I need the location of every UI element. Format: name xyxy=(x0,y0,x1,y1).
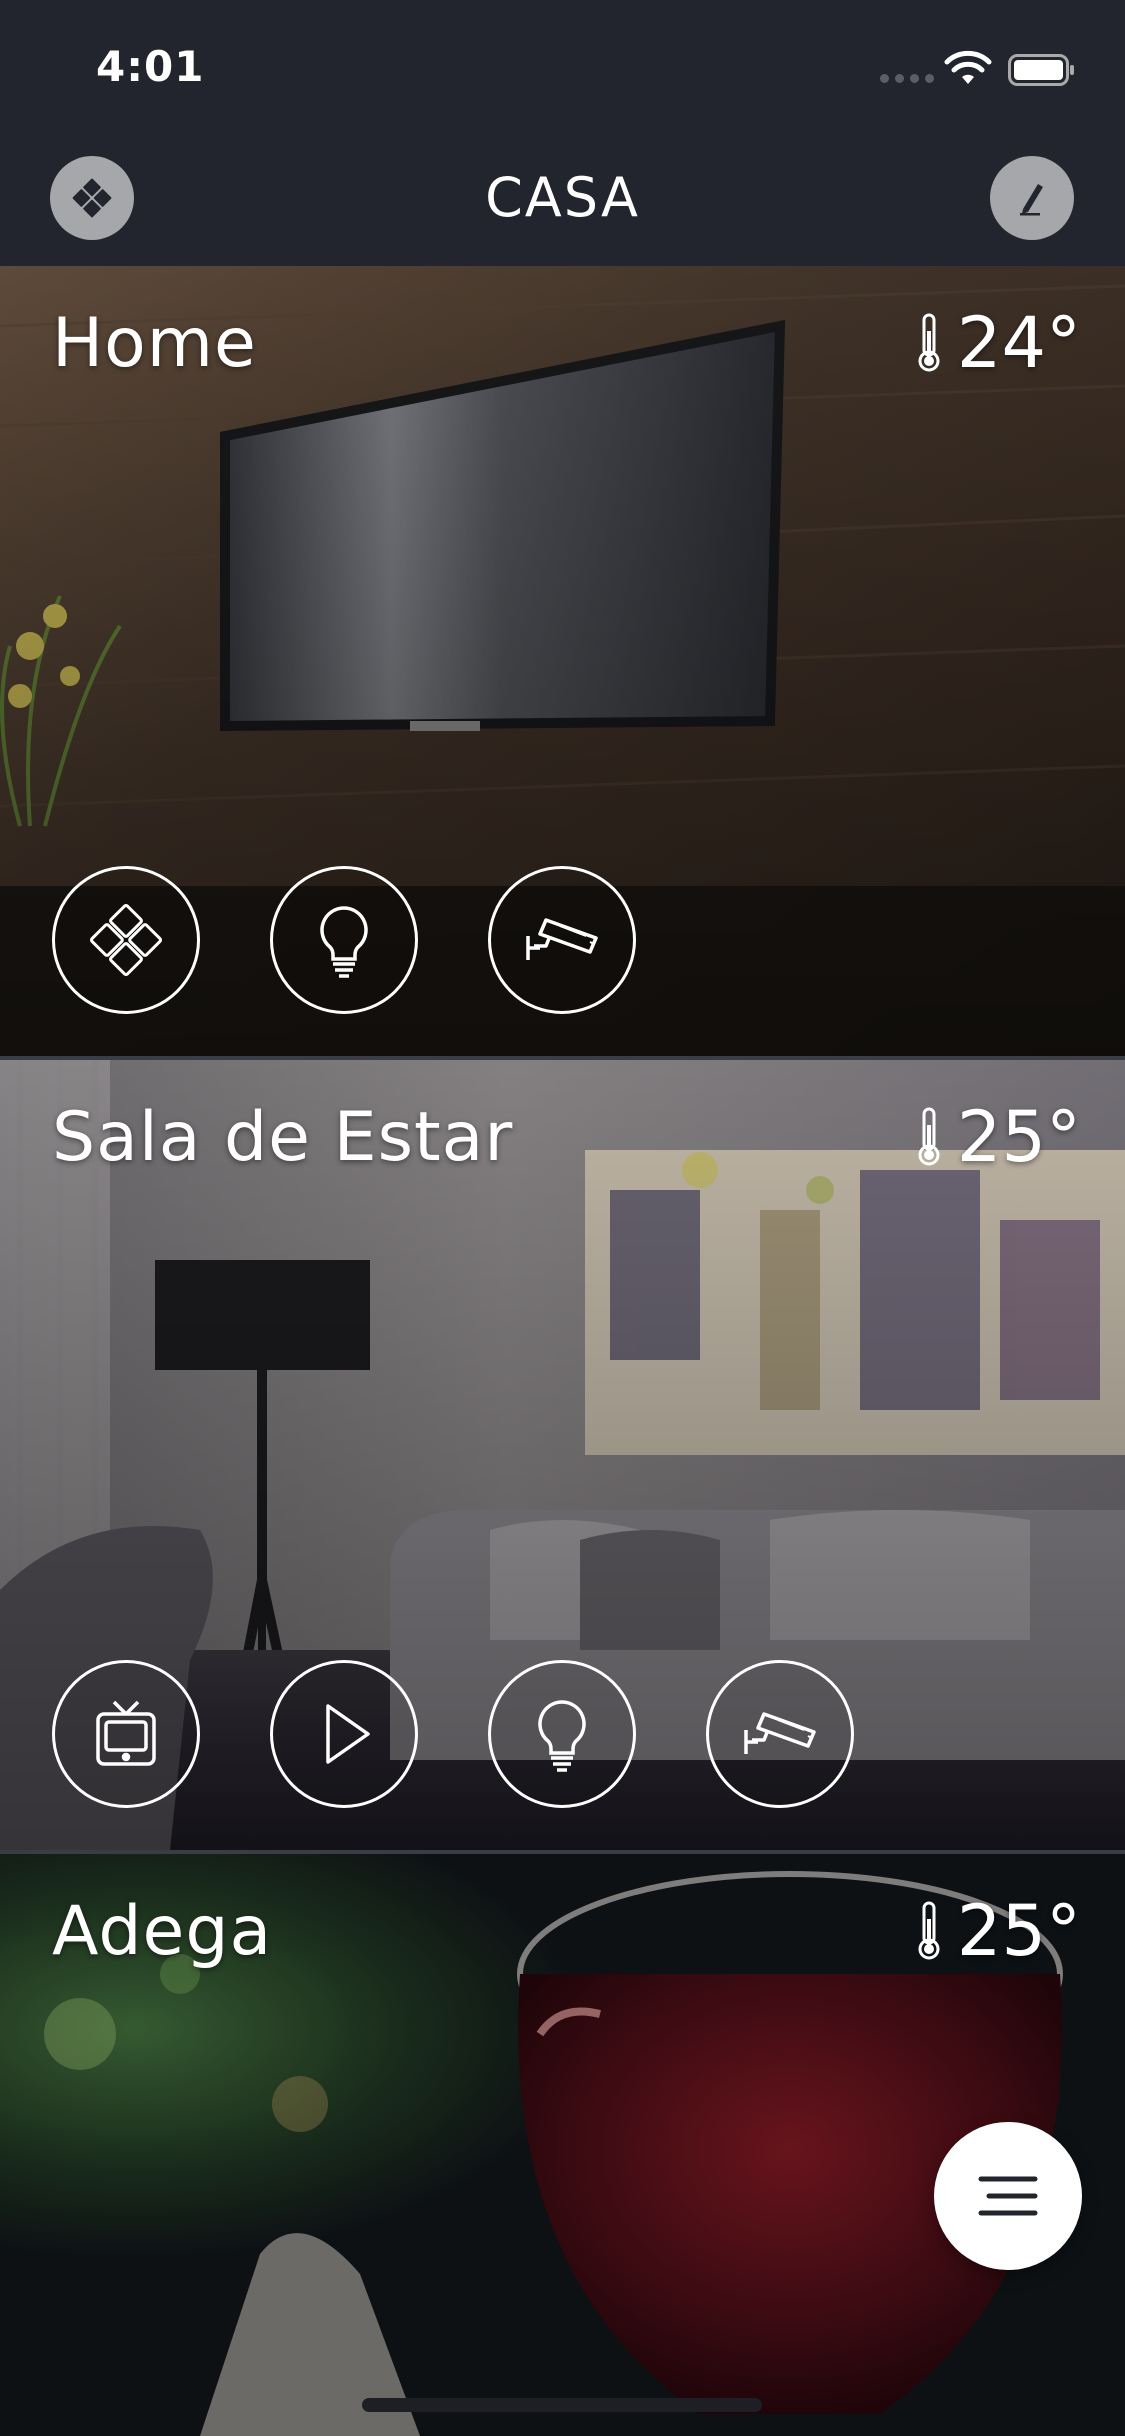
room-temperature: 24° xyxy=(915,302,1081,384)
battery-icon xyxy=(1008,54,1074,86)
room-temperature: 25° xyxy=(915,1096,1081,1178)
temperature-value: 24° xyxy=(956,302,1081,384)
room-name: Sala de Estar xyxy=(52,1098,514,1177)
device-button-lights[interactable] xyxy=(488,1660,636,1808)
page-title: CASA xyxy=(485,166,640,229)
device-row xyxy=(52,866,636,1014)
nav-bar: CASA xyxy=(0,132,1125,266)
device-row xyxy=(52,1660,854,1808)
device-button-scenes[interactable] xyxy=(52,866,200,1014)
security-camera-icon xyxy=(526,918,598,960)
pencil-icon xyxy=(1020,184,1043,216)
menu-button[interactable] xyxy=(934,2122,1082,2270)
signal-dots-icon xyxy=(880,74,934,83)
play-icon xyxy=(326,1704,370,1764)
diamond-grid-icon xyxy=(89,903,163,977)
room-name: Home xyxy=(52,304,257,383)
light-bulb-icon xyxy=(538,1700,586,1772)
device-button-media[interactable] xyxy=(270,1660,418,1808)
tv-icon xyxy=(96,1700,156,1766)
menu-icon xyxy=(978,2176,1038,2216)
device-button-camera[interactable] xyxy=(488,866,636,1014)
light-bulb-icon xyxy=(320,906,368,978)
app-screen: 4:01 CASA Home 24° Sala de Estar 25° Ade… xyxy=(0,0,1125,2436)
thermometer-icon xyxy=(918,1107,940,1166)
thermometer-icon xyxy=(918,313,940,372)
room-temperature: 25° xyxy=(915,1890,1081,1972)
home-indicator[interactable] xyxy=(362,2398,762,2412)
room-card-sala-de-estar[interactable]: Sala de Estar 25° xyxy=(0,1060,1125,1850)
room-name: Adega xyxy=(52,1892,273,1971)
status-time: 4:01 xyxy=(96,42,205,91)
room-card-home[interactable]: Home 24° xyxy=(0,266,1125,1056)
security-camera-icon xyxy=(744,1712,816,1754)
edit-button[interactable] xyxy=(990,156,1074,240)
temperature-value: 25° xyxy=(956,1096,1081,1178)
device-button-camera[interactable] xyxy=(706,1660,854,1808)
thermometer-icon xyxy=(918,1901,940,1960)
temperature-value: 25° xyxy=(956,1890,1081,1972)
wifi-icon xyxy=(944,50,992,84)
device-button-lights[interactable] xyxy=(270,866,418,1014)
status-bar: 4:01 xyxy=(0,0,1125,132)
device-button-tv[interactable] xyxy=(52,1660,200,1808)
